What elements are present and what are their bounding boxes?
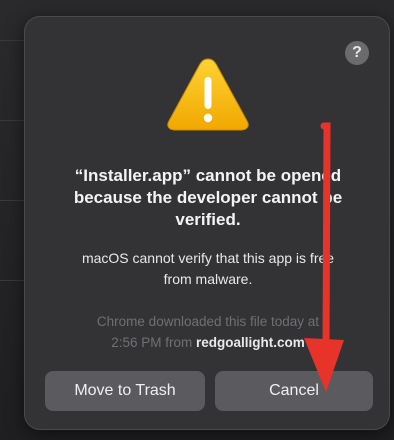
help-button[interactable]: ? [345, 41, 369, 65]
alert-message-line: from malware. [163, 271, 253, 287]
gatekeeper-alert-dialog: ? “Installer.app” cannot be opened becau… [24, 16, 390, 430]
download-source-note: Chrome downloaded this file today at 2:5… [39, 311, 377, 353]
alert-title: “Installer.app” cannot be opened because… [39, 165, 377, 231]
alert-title-line: “Installer.app” cannot be opened [74, 166, 342, 185]
download-domain: redgoallight.com [196, 335, 305, 350]
alert-message: macOS cannot verify that this app is fre… [39, 248, 377, 290]
move-to-trash-button[interactable]: Move to Trash [45, 371, 205, 411]
cancel-button[interactable]: Cancel [215, 371, 373, 411]
alert-title-line: verified. [175, 210, 241, 229]
download-time: 2:56 PM from [111, 335, 196, 350]
download-source-line: 2:56 PM from redgoallight.com [39, 332, 377, 353]
alert-title-line: because the developer cannot be [73, 188, 343, 207]
warning-triangle-icon [167, 58, 249, 131]
question-mark-icon: ? [352, 44, 362, 61]
alert-message-line: macOS cannot verify that this app is fre… [81, 250, 335, 266]
download-source-line: Chrome downloaded this file today at [96, 314, 320, 329]
